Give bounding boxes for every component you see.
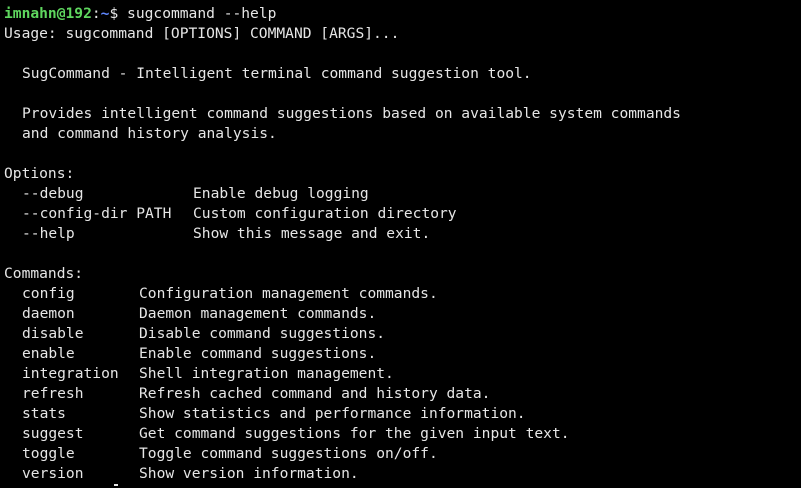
command-desc: Refresh cached command and history data. bbox=[139, 385, 491, 402]
option-row: --help Show this message and exit. bbox=[4, 224, 801, 244]
command-name: daemon bbox=[22, 305, 75, 322]
description-line: and command history analysis. bbox=[22, 125, 277, 142]
command-name: enable bbox=[22, 345, 75, 362]
next-line-fragment bbox=[114, 484, 118, 486]
options-header: Options: bbox=[4, 165, 75, 182]
command-row: integration Shell integration management. bbox=[4, 364, 801, 384]
usage-line: Usage: sugcommand [OPTIONS] COMMAND [ARG… bbox=[4, 25, 400, 42]
commands-header: Commands: bbox=[4, 265, 84, 282]
terminal-output[interactable]: imnahn@192:~$ sugcommand --help Usage: s… bbox=[4, 4, 801, 488]
command-row: enable Enable command suggestions. bbox=[4, 344, 801, 364]
command-row: daemon Daemon management commands. bbox=[4, 304, 801, 324]
option-row: --debug Enable debug logging bbox=[4, 184, 801, 204]
prompt-line: imnahn@192:~$ sugcommand --help bbox=[4, 4, 801, 24]
entered-command: sugcommand --help bbox=[118, 5, 277, 22]
option-name: --help bbox=[22, 225, 75, 242]
command-row: toggle Toggle command suggestions on/off. bbox=[4, 444, 801, 464]
command-name: version bbox=[22, 465, 84, 482]
prompt-user-host: imnahn@192 bbox=[4, 5, 92, 22]
description-line: Provides intelligent command suggestions… bbox=[22, 105, 681, 122]
command-name: toggle bbox=[22, 445, 75, 462]
option-row: --config-dir PATH Custom configuration di… bbox=[4, 204, 801, 224]
command-desc: Shell integration management. bbox=[139, 365, 394, 382]
option-desc: Show this message and exit. bbox=[193, 225, 431, 242]
command-name: stats bbox=[22, 405, 66, 422]
option-name: --debug bbox=[22, 185, 84, 202]
command-desc: Disable command suggestions. bbox=[139, 325, 386, 342]
command-desc: Show version information. bbox=[139, 465, 359, 482]
command-name: disable bbox=[22, 325, 84, 342]
command-name: config bbox=[22, 285, 75, 302]
command-name: suggest bbox=[22, 425, 84, 442]
option-name: --config-dir PATH bbox=[22, 205, 172, 222]
prompt-symbol: $ bbox=[109, 5, 119, 22]
command-row: config Configuration management commands. bbox=[4, 284, 801, 304]
command-desc: Enable command suggestions. bbox=[139, 345, 377, 362]
command-row: version Show version information. bbox=[4, 464, 801, 484]
command-name: integration bbox=[22, 365, 119, 382]
command-row: disable Disable command suggestions. bbox=[4, 324, 801, 344]
command-desc: Show statistics and performance informat… bbox=[139, 405, 526, 422]
option-desc: Enable debug logging bbox=[193, 185, 369, 202]
option-desc: Custom configuration directory bbox=[193, 205, 457, 222]
command-desc: Toggle command suggestions on/off. bbox=[139, 445, 438, 462]
command-name: refresh bbox=[22, 385, 84, 402]
command-row: stats Show statistics and performance inf… bbox=[4, 404, 801, 424]
prompt-separator: : bbox=[91, 5, 101, 22]
tool-title-line: SugCommand - Intelligent terminal comman… bbox=[22, 65, 532, 82]
command-row: refresh Refresh cached command and histor… bbox=[4, 384, 801, 404]
command-desc: Daemon management commands. bbox=[139, 305, 377, 322]
command-desc: Get command suggestions for the given in… bbox=[139, 425, 570, 442]
command-row: suggest Get command suggestions for the g… bbox=[4, 424, 801, 444]
command-desc: Configuration management commands. bbox=[139, 285, 438, 302]
